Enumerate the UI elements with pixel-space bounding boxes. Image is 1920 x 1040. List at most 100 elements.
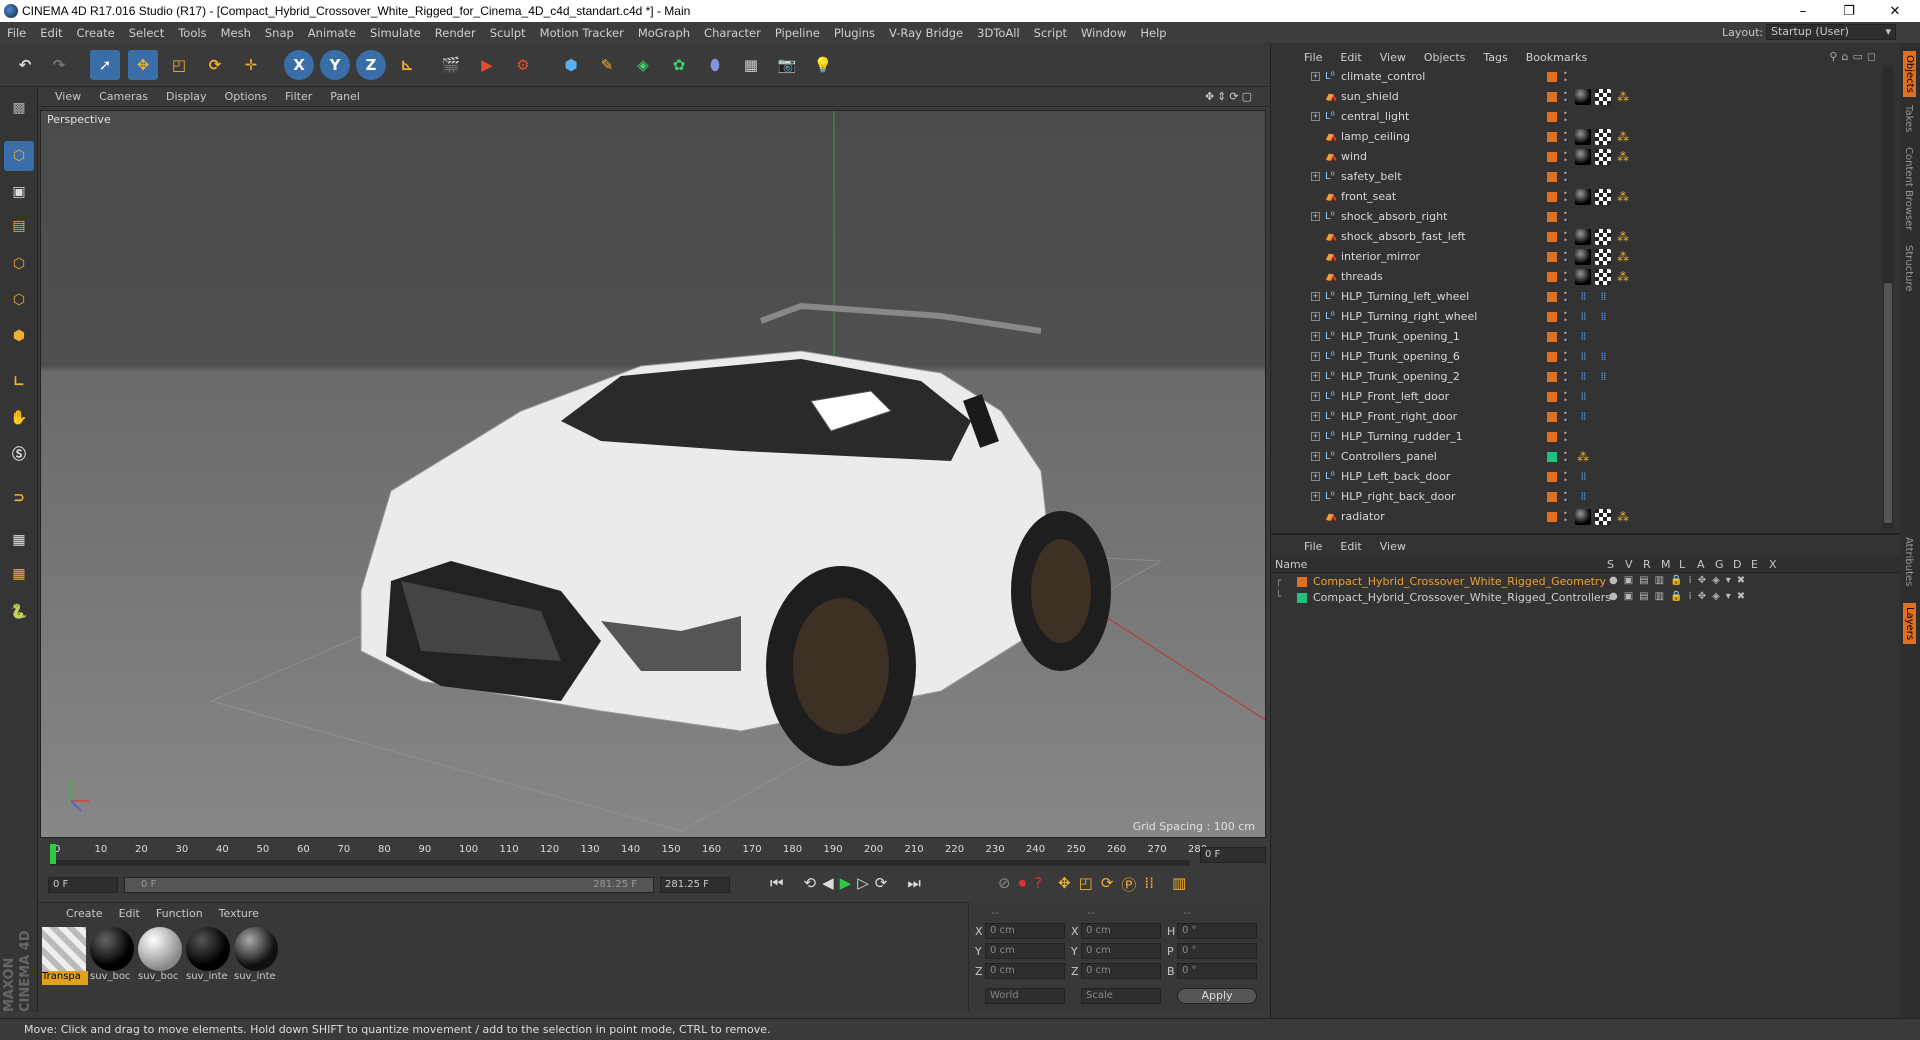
expand-toggle[interactable]: + — [1311, 372, 1320, 381]
next-keyframe-button[interactable]: ⟳ — [875, 874, 888, 892]
visibility-dots[interactable]: • • — [1563, 470, 1568, 485]
add-cube-button[interactable]: ⬢ — [556, 50, 586, 80]
layer-color-swatch[interactable] — [1547, 232, 1557, 242]
objects-menu-file[interactable]: File — [1295, 51, 1331, 64]
visibility-dots[interactable]: • • — [1563, 490, 1568, 505]
object-row[interactable]: + L⁰ HLP_Trunk_opening_1 • • ⁞⁞ — [1271, 327, 1883, 347]
layer-color-swatch[interactable] — [1547, 132, 1557, 142]
ik-tag-icon[interactable]: ⁂ — [1615, 89, 1631, 105]
layout-dropdown[interactable]: Startup (User) ▾ — [1766, 24, 1896, 40]
uvw-tag-icon[interactable] — [1595, 129, 1611, 145]
go-to-end-button[interactable]: ⏭ — [907, 874, 921, 892]
layer-color-swatch[interactable] — [1547, 292, 1557, 302]
prev-keyframe-button[interactable]: ⟲ — [804, 874, 817, 892]
expand-toggle[interactable]: + — [1311, 492, 1320, 501]
layer-flag-icons[interactable]: ●▣▤▥🔒⁞✥◈▾✖ — [1609, 591, 1751, 602]
layer-color-swatch[interactable] — [1547, 212, 1557, 222]
timeline-window-icon[interactable]: ▥ — [1172, 874, 1186, 895]
expand-toggle[interactable]: + — [1311, 392, 1320, 401]
object-list-scrollbar[interactable] — [1883, 67, 1893, 529]
visibility-dots[interactable]: • • — [1563, 290, 1568, 305]
minimize-button[interactable]: – — [1780, 0, 1826, 22]
menu-animate[interactable]: Animate — [301, 26, 363, 40]
layer-color-swatch[interactable] — [1547, 492, 1557, 502]
selection-tag-icon[interactable]: ⁞⁞ — [1595, 369, 1611, 385]
object-row[interactable]: ⛺ radiator • • ⁂ — [1271, 507, 1883, 527]
material-menu-create[interactable]: Create — [58, 907, 111, 920]
start-frame-field[interactable]: 0 F — [48, 877, 118, 893]
objects-menu-view[interactable]: View — [1371, 51, 1415, 64]
texture-mode-button[interactable]: ▣ — [4, 177, 34, 207]
layer-color-swatch[interactable] — [1547, 392, 1557, 402]
ik-tag-icon[interactable]: ⁂ — [1615, 189, 1631, 205]
snap-button[interactable]: Ⓢ — [4, 439, 34, 469]
tab-structure[interactable]: Structure — [1903, 245, 1914, 292]
ik-tag-icon[interactable]: ⁂ — [1615, 509, 1631, 525]
visibility-dots[interactable]: • • — [1563, 510, 1568, 525]
visibility-dots[interactable]: • • — [1563, 250, 1568, 265]
objects-menu-objects[interactable]: Objects — [1415, 51, 1475, 64]
motion-record-icon[interactable]: ⊘ — [998, 874, 1011, 895]
tab-content-browser[interactable]: Content Browser — [1903, 147, 1914, 230]
material-tag-icon[interactable] — [1575, 269, 1591, 285]
close-button[interactable]: ✕ — [1872, 0, 1918, 22]
render-settings-button[interactable]: ⚙ — [508, 50, 538, 80]
viewport-nav-icons[interactable]: ✥⇕⟳▢ — [1196, 90, 1264, 103]
rotate-tool-button[interactable]: ⟳ — [200, 50, 230, 80]
selection-tag-icon[interactable]: ⁞⁞ — [1595, 349, 1611, 365]
material-tag-icon[interactable] — [1575, 129, 1591, 145]
add-light-button[interactable]: 💡 — [808, 50, 838, 80]
viewport-menu-view[interactable]: View — [46, 90, 90, 103]
layer-color-swatch[interactable] — [1547, 72, 1557, 82]
polygons-mode-button[interactable]: ⬢ — [4, 321, 34, 351]
world-dropdown[interactable]: World — [985, 988, 1065, 1004]
menu-character[interactable]: Character — [697, 26, 768, 40]
end-frame-field[interactable]: 281.25 F — [660, 877, 730, 893]
add-floor-button[interactable]: ▦ — [736, 50, 766, 80]
visibility-dots[interactable]: • • — [1563, 430, 1568, 445]
object-row[interactable]: + L⁰ HLP_Trunk_opening_6 • • ⁞⁞ ⁞⁞ — [1271, 347, 1883, 367]
layer-color-swatch[interactable] — [1547, 92, 1557, 102]
layer-color-swatch[interactable] — [1297, 593, 1307, 603]
search-home-icons[interactable]: ⚲⌂▭◻ — [1820, 50, 1889, 63]
layer-row-controllers[interactable]: └ Compact_Hybrid_Crossover_White_Rigged_… — [1271, 590, 1901, 606]
rotation-b-field[interactable]: 0 ° — [1177, 963, 1257, 979]
restore-button[interactable]: ❐ — [1826, 0, 1872, 22]
layer-color-swatch[interactable] — [1547, 412, 1557, 422]
make-editable-button[interactable]: ▩ — [4, 93, 34, 123]
axis-mode-button[interactable]: ∟ — [4, 367, 34, 397]
expand-toggle[interactable]: + — [1311, 412, 1320, 421]
object-row[interactable]: ⛺ threads • • ⁂ — [1271, 267, 1883, 287]
move-tool-button[interactable]: ✥ — [128, 50, 158, 80]
visibility-dots[interactable]: • • — [1563, 350, 1568, 365]
timeline-ruler[interactable]: 0 10 20 30 40 50 60 70 80 90 100 110 120 130 140 150 160… — [38, 840, 1270, 870]
add-subdivision-button[interactable]: ◈ — [628, 50, 658, 80]
viewport-menu-display[interactable]: Display — [157, 90, 216, 103]
layer-color-swatch[interactable] — [1547, 472, 1557, 482]
object-row[interactable]: ⛺ interior_mirror • • ⁂ — [1271, 247, 1883, 267]
object-row[interactable]: + L⁰ HLP_Front_right_door • • ⁞⁞ — [1271, 407, 1883, 427]
workplane-mode-button[interactable]: ▤ — [4, 211, 34, 241]
object-row[interactable]: + L⁰ HLP_Front_left_door • • ⁞⁞ — [1271, 387, 1883, 407]
layer-color-swatch[interactable] — [1547, 512, 1557, 522]
key-pla-icon[interactable]: ⁞⁞ — [1144, 874, 1154, 895]
ik-tag-icon[interactable]: ⁂ — [1615, 249, 1631, 265]
object-row[interactable]: + L⁰ safety_belt • • — [1271, 167, 1883, 187]
menu-3dtoall[interactable]: 3DToAll — [970, 26, 1027, 40]
selection-tag-icon[interactable]: ⁞⁞ — [1575, 309, 1591, 325]
material-tag-icon[interactable] — [1575, 249, 1591, 265]
material-menu-function[interactable]: Function — [148, 907, 211, 920]
visibility-dots[interactable]: • • — [1563, 410, 1568, 425]
next-frame-button[interactable]: ▷ — [857, 874, 869, 892]
expand-toggle[interactable]: + — [1311, 72, 1320, 81]
key-parameter-icon[interactable]: Ⓟ — [1121, 874, 1136, 895]
visibility-dots[interactable]: • • — [1563, 210, 1568, 225]
layer-color-swatch[interactable] — [1547, 312, 1557, 322]
selection-tag-icon[interactable]: ⁞⁞ — [1575, 329, 1591, 345]
render-view-button[interactable]: 🎬 — [436, 50, 466, 80]
material-tag-icon[interactable] — [1575, 509, 1591, 525]
viewport-menu-cameras[interactable]: Cameras — [90, 90, 157, 103]
object-row[interactable]: + L⁰ HLP_right_back_door • • ⁞⁞ — [1271, 487, 1883, 507]
object-row[interactable]: + L⁰ Controllers_panel • • ⁂ — [1271, 447, 1883, 467]
coordinate-system-button[interactable]: ⊾ — [392, 50, 422, 80]
